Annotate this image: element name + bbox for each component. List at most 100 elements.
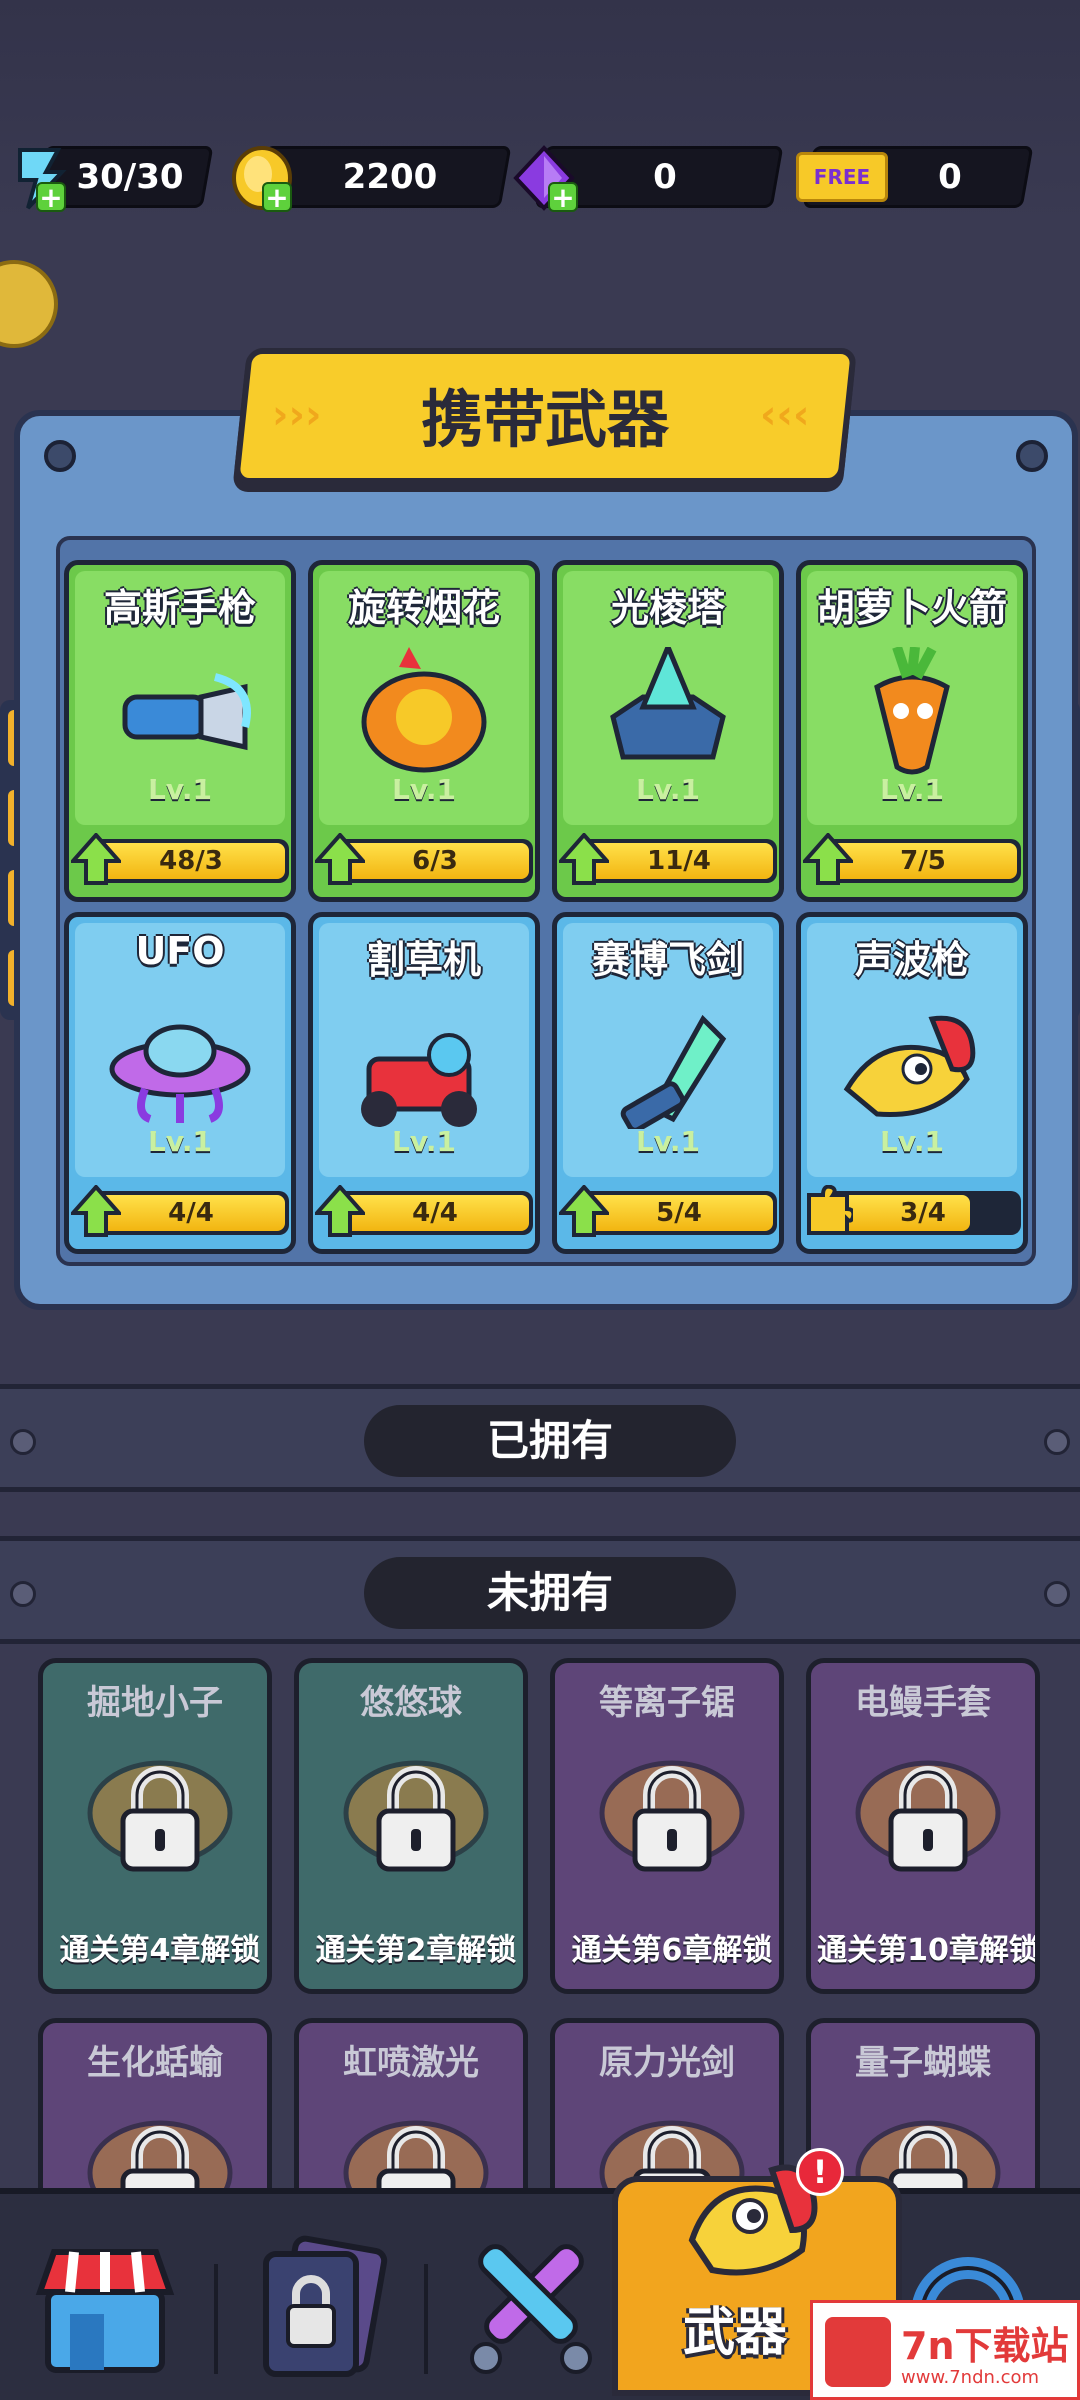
locked-weapon-card[interactable]: 电鳗手套通关第10章解锁 (806, 1658, 1040, 1994)
weapon-name: 光棱塔 (610, 586, 725, 630)
weapon-icon (874, 647, 950, 775)
weapon-card[interactable]: 旋转烟花 Lv.1 6/3 (308, 560, 540, 902)
weapon-level: Lv.1 (148, 773, 212, 806)
locked-cards-icon[interactable] (246, 2234, 396, 2384)
weapon-name: UFO (135, 929, 225, 973)
gem-value: 0 (653, 157, 677, 197)
weapon-progress-bar: 6/3 (337, 839, 533, 883)
weapon-name: 割草机 (366, 938, 481, 982)
upgrade-arrow-icon (71, 1185, 121, 1237)
weapon-name: 旋转烟花 (347, 586, 500, 630)
weapon-name: 高斯手枪 (103, 586, 256, 630)
weapon-level: Lv.1 (148, 1125, 212, 1158)
notification-badge: ! (796, 2148, 844, 2196)
nav-weapons-label: 武器 (682, 2303, 787, 2363)
weapon-level: Lv.1 (392, 773, 456, 806)
panel-bolt (1016, 440, 1048, 472)
free-ticket-icon: FREE (796, 152, 888, 202)
weapon-card[interactable]: 割草机 Lv.1 4/4 (308, 912, 540, 1254)
weapon-name: 声波枪 (854, 938, 969, 982)
unlock-hint: 通关第10章解锁 (817, 1933, 1039, 1968)
unlock-hint: 通关第4章解锁 (59, 1933, 261, 1968)
weapon-progress-bar: 11/4 (581, 839, 777, 883)
weapon-progress-text: 7/5 (900, 846, 946, 876)
weapon-icon (109, 1024, 251, 1123)
download-icon (825, 2317, 891, 2387)
locked-weapon-name: 生化蛞蝓 (87, 2043, 223, 2083)
weapon-name: 赛博飞剑 (591, 938, 744, 982)
screw-icon (10, 1429, 36, 1455)
owned-section-header: 已拥有 (0, 1384, 1080, 1492)
weapon-progress-text: 4/4 (412, 1198, 458, 1228)
weapon-progress-bar: 4/4 (337, 1191, 533, 1235)
weapon-progress-text: 4/4 (168, 1198, 214, 1228)
locked-weapon-name: 掘地小子 (87, 1683, 223, 1723)
weapon-progress-text: 6/3 (412, 846, 458, 876)
crossed-swords-icon[interactable] (456, 2234, 606, 2384)
weapon-card[interactable]: 光棱塔 Lv.1 11/4 (552, 560, 784, 902)
upgrade-arrow-icon (803, 833, 853, 885)
weapon-name: 胡萝卜火箭 (816, 586, 1007, 630)
weapon-progress-text: 11/4 (647, 846, 711, 876)
lock-icon (120, 1766, 200, 1872)
owned-label: 已拥有 (364, 1405, 736, 1477)
weapon-icon (620, 1014, 727, 1129)
gem-add-button[interactable]: + (548, 182, 578, 212)
locked-weapon-card[interactable]: 等离子锯通关第6章解锁 (550, 1658, 784, 1994)
upgrade-arrow-icon (559, 1185, 609, 1237)
watermark-logo: 7n下载站 www.7ndn.com (810, 2300, 1080, 2400)
weapon-icon (361, 1033, 477, 1127)
weapon-level: Lv.1 (880, 773, 944, 806)
locked-weapon-card[interactable]: 掘地小子通关第4章解锁 (38, 1658, 272, 1994)
locked-weapon-name: 悠悠球 (360, 1683, 462, 1723)
weapon-level: Lv.1 (636, 773, 700, 806)
gold-add-button[interactable]: + (262, 182, 292, 212)
weapon-level: Lv.1 (392, 1125, 456, 1158)
weapon-progress-bar: 3/4 (825, 1191, 1021, 1235)
locked-weapon-name: 等离子锯 (599, 1683, 735, 1723)
weapon-card[interactable]: 胡萝卜火箭 Lv.1 7/5 (796, 560, 1028, 902)
lock-icon (888, 1766, 968, 1872)
lock-icon (376, 1766, 456, 1872)
weapon-icon (122, 673, 251, 751)
weapon-progress-bar: 5/4 (581, 1191, 777, 1235)
weapon-icon (610, 647, 726, 760)
weapon-card[interactable]: UFO Lv.1 4/4 (64, 912, 296, 1254)
shop-icon[interactable] (30, 2234, 180, 2384)
screw-icon (10, 1581, 36, 1607)
weapon-icon (361, 647, 487, 773)
weapon-progress-text: 3/4 (900, 1198, 946, 1228)
screw-icon (1044, 1581, 1070, 1607)
weapon-level: Lv.1 (880, 1125, 944, 1158)
weapon-progress-bar: 4/4 (93, 1191, 289, 1235)
upgrade-arrow-icon (315, 833, 365, 885)
weapon-progress-text: 5/4 (656, 1198, 702, 1228)
unlock-hint: 通关第6章解锁 (571, 1933, 773, 1968)
puzzle-piece-icon (807, 1185, 853, 1235)
weapon-card[interactable]: 声波枪 Lv.1 3/4 (796, 912, 1028, 1254)
ticket-value: 0 (938, 157, 962, 197)
lock-icon (632, 1766, 712, 1872)
locked-weapon-name: 虹喷激光 (343, 2043, 479, 2083)
weapon-progress-bar: 48/3 (93, 839, 289, 883)
unlock-hint: 通关第2章解锁 (315, 1933, 517, 1968)
upgrade-arrow-icon (315, 1185, 365, 1237)
panel-bolt (44, 440, 76, 472)
side-coin-icon[interactable] (0, 260, 58, 348)
weapon-card[interactable]: 高斯手枪 Lv.1 48/3 (64, 560, 296, 902)
upgrade-arrow-icon (71, 833, 121, 885)
energy-value: 30/30 (76, 157, 184, 197)
upgrade-arrow-icon (559, 833, 609, 885)
locked-weapon-name: 原力光剑 (599, 2043, 735, 2083)
weapon-level: Lv.1 (636, 1125, 700, 1158)
not-owned-section-header: 未拥有 (0, 1536, 1080, 1644)
locked-weapon-name: 电鳗手套 (855, 1683, 991, 1723)
weapon-progress-text: 48/3 (159, 846, 223, 876)
gold-value: 2200 (342, 157, 438, 197)
not-owned-label: 未拥有 (364, 1557, 736, 1629)
screw-icon (1044, 1429, 1070, 1455)
weapon-progress-bar: 7/5 (825, 839, 1021, 883)
locked-weapon-name: 量子蝴蝶 (855, 2043, 991, 2083)
weapon-card[interactable]: 赛博飞剑 Lv.1 5/4 (552, 912, 784, 1254)
locked-weapon-card[interactable]: 悠悠球通关第2章解锁 (294, 1658, 528, 1994)
